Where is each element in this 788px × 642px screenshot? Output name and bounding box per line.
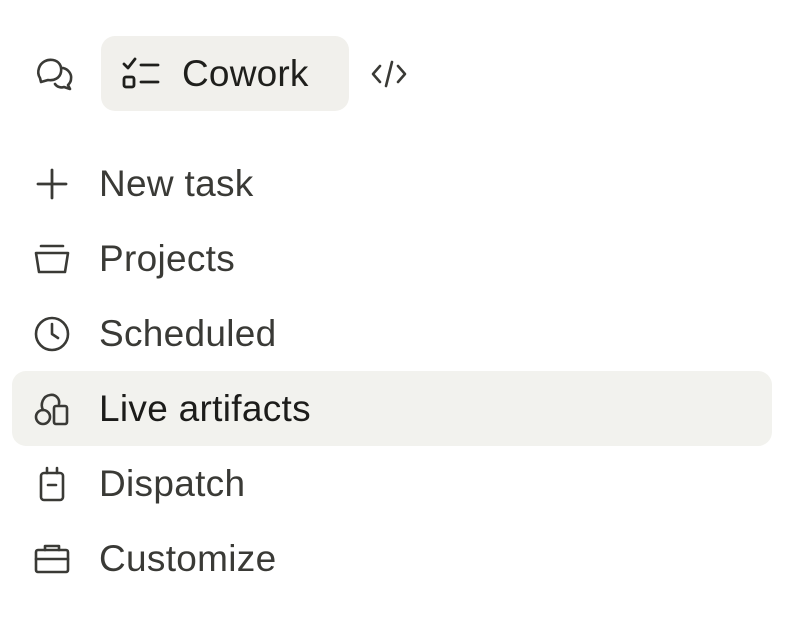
sidebar-item-customize[interactable]: Customize [12,521,772,596]
plus-icon [32,164,72,204]
cowork-mode-button[interactable]: Cowork [101,36,349,111]
cowork-mode-label: Cowork [182,52,309,94]
code-mode-button[interactable] [366,53,412,95]
sidebar-item-label: Scheduled [99,312,277,354]
sidebar-nav: New task Projects Scheduled Live artifac… [12,146,772,596]
sidebar-item-new-task[interactable]: New task [12,146,772,221]
sidebar-item-label: Live artifacts [99,387,311,429]
sidebar-item-dispatch[interactable]: Dispatch [12,446,772,521]
sidebar-item-scheduled[interactable]: Scheduled [12,296,772,371]
checklist-icon [121,54,161,94]
sidebar-item-live-artifacts[interactable]: Live artifacts [12,371,772,446]
briefcase-icon [32,539,72,579]
clock-icon [32,314,72,354]
device-icon [32,464,72,504]
code-brackets-icon [369,58,409,90]
mode-switcher: Cowork [0,36,788,111]
chat-mode-button[interactable] [32,53,78,95]
sidebar-item-label: Customize [99,537,277,579]
chat-bubbles-icon [35,56,75,92]
sidebar-item-label: New task [99,162,254,204]
sidebar-item-label: Projects [99,237,236,279]
shapes-icon [32,389,72,429]
folder-tray-icon [32,239,72,279]
sidebar-item-label: Dispatch [99,462,246,504]
sidebar-item-projects[interactable]: Projects [12,221,772,296]
